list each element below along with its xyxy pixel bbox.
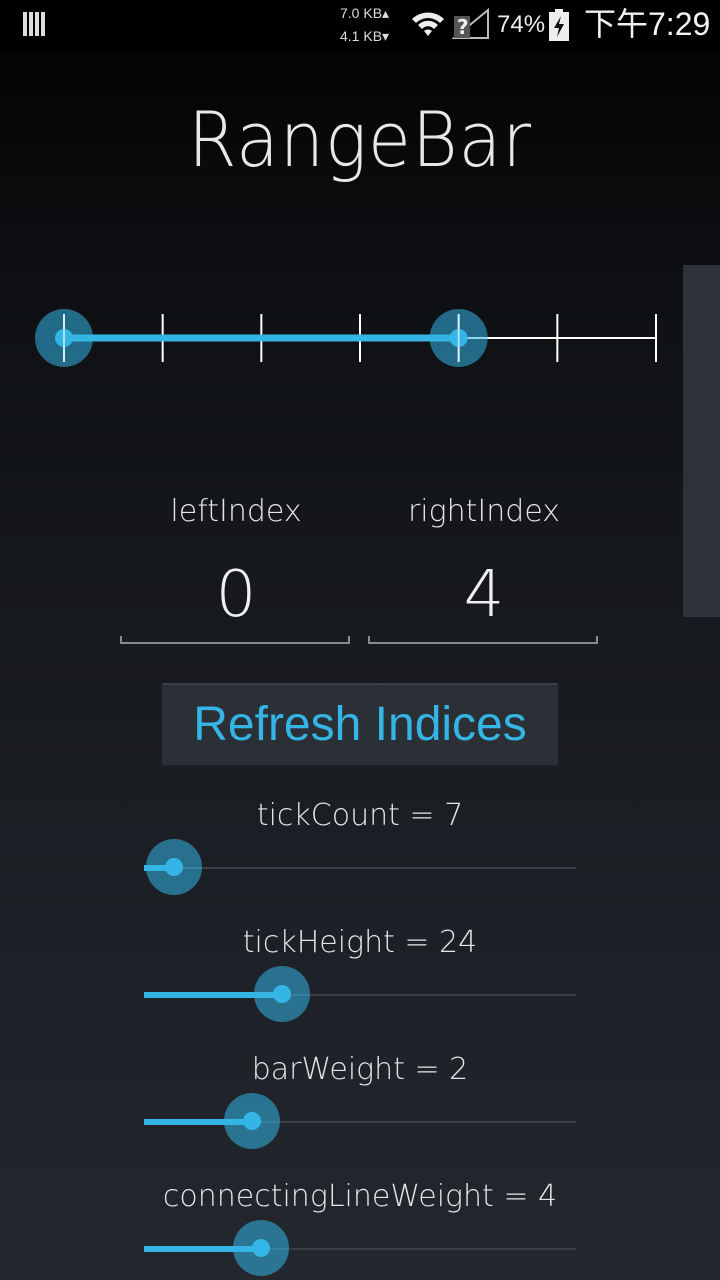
slider-thumb[interactable] (254, 966, 310, 1022)
bar-weight-slider[interactable] (144, 1093, 576, 1149)
connecting-line-weight-label: connectingLineWeight = 4 (162, 1179, 558, 1214)
bar-weight-label: barWeight = 2 (251, 1052, 469, 1087)
range-bar-left-thumb[interactable] (35, 309, 93, 367)
wifi-icon (412, 12, 444, 36)
status-bar: 7.0 KB▴ 4.1 KB▾ ? 74% 下午7:29 (0, 0, 720, 50)
tick-count-slider[interactable] (144, 839, 576, 895)
refresh-indices-button[interactable]: Refresh Indices (162, 683, 558, 765)
left-index-field[interactable]: 0 (116, 555, 356, 635)
battery-charging-icon (549, 9, 569, 41)
range-bar-right-thumb[interactable] (429, 309, 488, 367)
left-index-label: leftIndex (170, 494, 302, 529)
left-index-underline (120, 636, 350, 644)
slider-thumb[interactable] (224, 1093, 280, 1149)
range-bar[interactable] (0, 290, 720, 390)
net-up-text: 7.0 KB▴ (340, 5, 390, 21)
battery-percent: 74% (497, 11, 546, 38)
clock: 下午7:29 (584, 6, 711, 42)
connecting-line-weight-slider[interactable] (144, 1220, 576, 1276)
right-index-label: rightIndex (407, 494, 561, 529)
slider-thumb[interactable] (233, 1220, 289, 1276)
right-index-field[interactable]: 4 (364, 555, 604, 635)
signal-icon: ? (452, 8, 489, 39)
tick-height-slider[interactable] (144, 966, 576, 1022)
right-index-underline (368, 636, 598, 644)
network-speed: 7.0 KB▴ 4.1 KB▾ (340, 2, 402, 46)
net-down-text: 4.1 KB▾ (340, 28, 390, 44)
tick-height-label: tickHeight = 24 (242, 925, 478, 960)
slider-thumb[interactable] (146, 839, 202, 895)
svg-text:?: ? (457, 15, 469, 39)
page-title: RangeBar (188, 95, 532, 184)
tick-count-label: tickCount = 7 (256, 798, 464, 833)
notification-icon (23, 12, 45, 36)
